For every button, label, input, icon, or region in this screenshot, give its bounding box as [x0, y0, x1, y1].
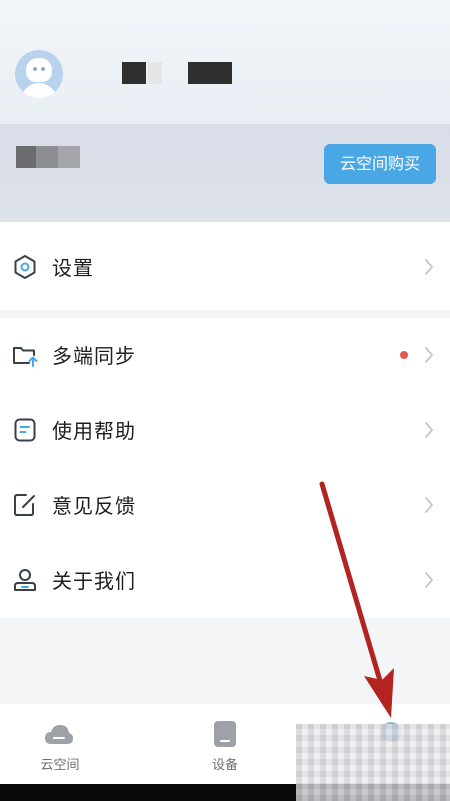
menu-item-feedback[interactable]: 意见反馈 — [0, 468, 450, 543]
chevron-right-icon — [425, 347, 434, 363]
avatar[interactable] — [15, 50, 63, 98]
menu-item-sync[interactable]: 多端同步 — [0, 318, 450, 393]
feedback-edit-icon — [14, 494, 35, 516]
menu-item-about[interactable]: 关于我们 — [0, 543, 450, 618]
device-icon — [214, 721, 236, 747]
menu-label-help: 使用帮助 — [52, 419, 136, 443]
tab-cloud-space[interactable]: 云空间 — [0, 704, 120, 784]
buy-cloud-space-button[interactable]: 云空间购买 — [324, 144, 436, 184]
menu-label-settings: 设置 — [52, 256, 94, 280]
menu-item-settings[interactable]: 设置 — [0, 230, 450, 305]
chevron-right-icon — [425, 259, 434, 275]
menu-label-sync: 多端同步 — [52, 344, 136, 368]
settings-card: 设置 — [0, 222, 450, 310]
person-icon — [14, 569, 36, 591]
sync-notification-dot — [400, 351, 408, 359]
chevron-right-icon — [425, 497, 434, 513]
cloud-icon — [45, 725, 73, 744]
avatar-face — [26, 58, 52, 82]
settings-hexagon-icon — [14, 255, 36, 279]
menu-item-help[interactable]: 使用帮助 — [0, 393, 450, 468]
menu-label-feedback: 意见反馈 — [52, 494, 136, 518]
avatar-body — [21, 83, 57, 98]
folder-upload-icon — [13, 347, 38, 367]
mosaic-overlay — [296, 724, 450, 801]
menu-list-card: 多端同步 使用帮助 意见反馈 关于我们 — [0, 318, 450, 618]
chevron-right-icon — [425, 572, 434, 588]
chevron-right-icon — [425, 422, 434, 438]
help-doc-icon — [14, 418, 36, 442]
menu-label-about: 关于我们 — [52, 569, 136, 593]
tab-device[interactable]: 设备 — [165, 704, 285, 784]
tab-label-device: 设备 — [211, 758, 238, 773]
tab-label-cloud: 云空间 — [40, 758, 80, 773]
